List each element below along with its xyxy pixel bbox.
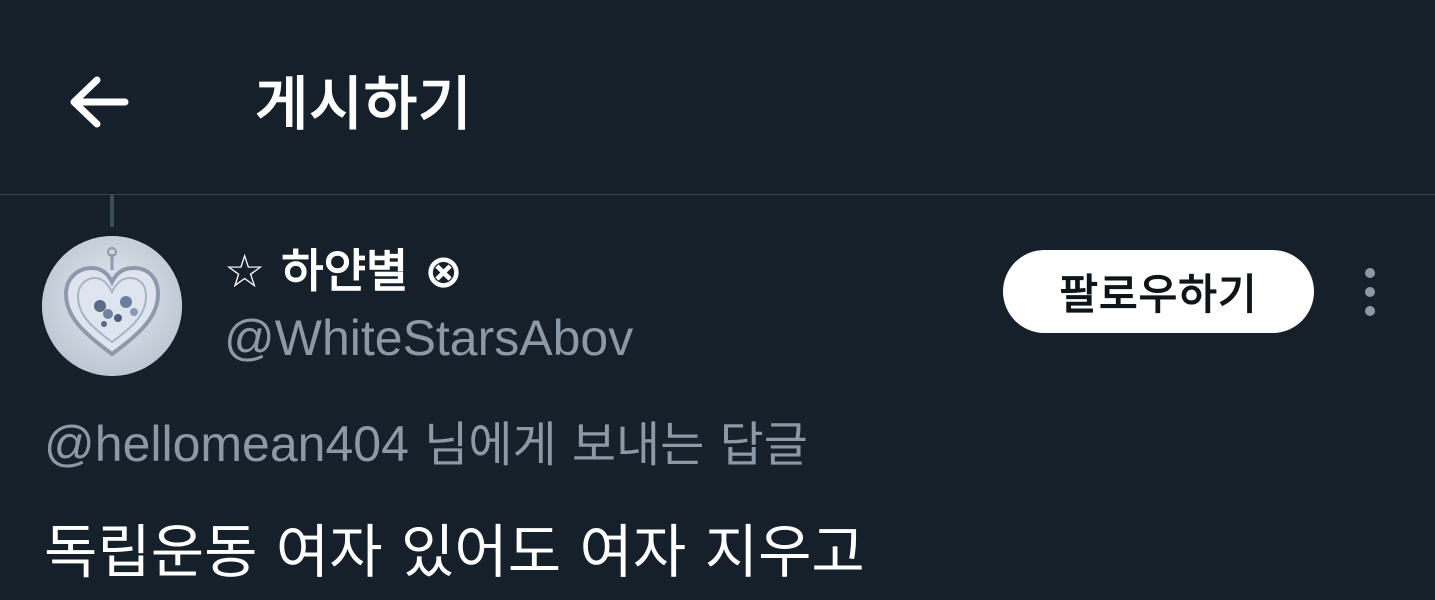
author-handle[interactable]: @WhiteStarsAbov <box>224 306 633 370</box>
follow-button[interactable]: 팔로우하기 <box>1003 250 1314 333</box>
avatar[interactable] <box>42 236 182 376</box>
star-glyph: ☆ <box>224 244 266 298</box>
more-options-button[interactable] <box>1346 262 1394 322</box>
tweet-detail-screen: 게시하기 ☆ 하얀별 ⊗ @WhiteStarsAbov 팔로우하기 @hell… <box>0 0 1435 600</box>
reply-to-handle-link[interactable]: @hellomean404 <box>44 416 409 472</box>
heart-pendant-avatar <box>42 236 182 376</box>
reply-to-suffix: 님에게 보내는 답글 <box>408 417 808 473</box>
replying-to-line: @hellomean404 님에게 보내는 답글 <box>44 412 808 477</box>
more-vertical-icon <box>1365 268 1375 316</box>
top-app-bar: 게시하기 <box>0 0 1435 194</box>
header-divider <box>0 194 1435 195</box>
page-title: 게시하기 <box>255 70 473 138</box>
tweet-body-text: 독립운동 여자 있어도 여자 지우고 <box>44 518 865 586</box>
author-display-name[interactable]: ☆ 하얀별 ⊗ <box>224 240 463 302</box>
author-name: 하얀별 <box>281 244 409 298</box>
back-button[interactable] <box>58 62 138 142</box>
arrow-left-icon <box>70 76 129 128</box>
author-badge-glyph: ⊗ <box>424 244 463 298</box>
thread-connector-line <box>110 195 114 227</box>
